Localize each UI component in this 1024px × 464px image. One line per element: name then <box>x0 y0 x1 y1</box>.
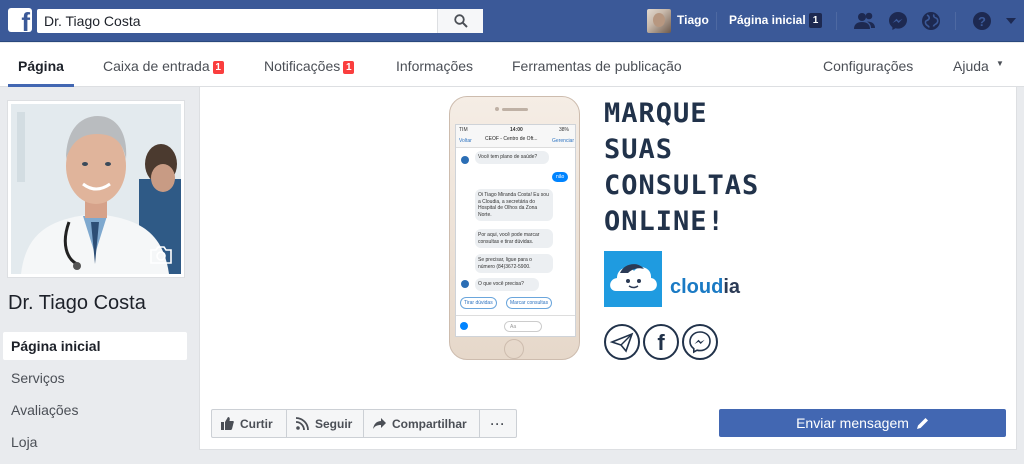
inbox-badge: 1 <box>212 61 224 74</box>
cover-photo[interactable]: TIM 14:00 38% Voltar CEOF - Centro de Of… <box>199 87 1017 403</box>
chat-back: Voltar <box>459 138 472 144</box>
ad-headline-line: ONLINE! <box>604 206 725 237</box>
bot-avatar <box>461 156 469 164</box>
chat-contact: CEOF - Centro de Oft... <box>485 136 538 142</box>
search-input[interactable] <box>37 9 437 33</box>
search-box <box>37 9 483 33</box>
chat-message: Por aqui, você pode marcar consultas e t… <box>475 229 553 248</box>
profile-picture-frame[interactable] <box>7 100 185 278</box>
active-tab-underline <box>8 84 74 87</box>
like-button[interactable]: Curtir <box>211 409 287 438</box>
page-action-bar: Curtir Seguir Compartilhar ··· Enviar me… <box>199 402 1017 450</box>
profile-photo <box>11 104 181 274</box>
chevron-down-icon[interactable] <box>999 9 1023 33</box>
divider <box>716 12 717 30</box>
quick-reply-chip: Marcar consultas <box>506 297 553 309</box>
camera-icon[interactable] <box>149 246 173 264</box>
messenger-icon[interactable] <box>886 9 910 33</box>
quick-reply-chip: Tirar dúvidas <box>460 297 497 309</box>
page-title: Dr. Tiago Costa <box>8 292 146 314</box>
tab-publishing-tools[interactable]: Ferramentas de publicação <box>512 58 682 74</box>
bot-avatar <box>461 280 469 288</box>
share-label: Compartilhar <box>392 416 467 431</box>
svg-text:f: f <box>657 330 665 355</box>
tab-inbox[interactable]: Caixa de entrada 1 <box>103 58 224 74</box>
phone-mockup: TIM 14:00 38% Voltar CEOF - Centro de Of… <box>449 96 580 360</box>
user-avatar[interactable] <box>647 9 671 33</box>
help-caret-icon[interactable]: ▼ <box>996 59 1004 68</box>
sidebar-item-services[interactable]: Serviços <box>3 364 187 392</box>
phone-screen: TIM 14:00 38% Voltar CEOF - Centro de Of… <box>455 124 576 337</box>
home-link[interactable]: Página inicial <box>729 13 806 27</box>
status-time: 14:00 <box>510 127 523 133</box>
sidebar-item-reviews[interactable]: Avaliações <box>3 396 187 424</box>
cloudia-text-suffix: ia <box>723 276 741 298</box>
divider <box>836 12 837 30</box>
send-message-button[interactable]: Enviar mensagem <box>719 409 1006 437</box>
chat-message: Oi Tiago Miranda Costa! Eu sou a Cloudia… <box>475 189 553 221</box>
status-carrier: TIM <box>459 127 468 133</box>
thumbs-up-icon <box>221 417 234 430</box>
search-button[interactable] <box>437 9 483 33</box>
chat-message: O que você precisa? <box>475 278 539 291</box>
tab-info[interactable]: Informações <box>396 58 473 74</box>
facebook-logo-letter: f <box>21 8 30 32</box>
page-nav-bar: Página Caixa de entrada 1 Notificações 1 I… <box>0 43 1024 87</box>
more-options-button[interactable]: ··· <box>479 409 517 438</box>
chat-input: Aa <box>504 321 542 332</box>
friend-requests-icon[interactable] <box>853 9 877 33</box>
chat-manage: Gerenciar <box>552 138 574 144</box>
home-count-badge: 1 <box>809 13 822 28</box>
tab-notifications-label: Notificações <box>264 58 341 74</box>
ad-headline-line: MARQUE <box>604 98 708 129</box>
search-icon <box>453 14 468 28</box>
telegram-icon <box>604 324 640 360</box>
more-options-icon: ··· <box>490 416 506 431</box>
facebook-logo-icon[interactable]: f <box>8 8 32 32</box>
svg-text:?: ? <box>978 14 986 29</box>
sidebar-item-shop[interactable]: Loja <box>3 428 187 456</box>
share-arrow-icon <box>373 417 386 429</box>
ad-headline-line: CONSULTAS <box>604 170 760 201</box>
tab-settings[interactable]: Configurações <box>823 58 913 74</box>
facebook-icon: f <box>643 324 679 360</box>
notifications-badge: 1 <box>343 61 355 74</box>
tab-page[interactable]: Página <box>18 58 64 74</box>
follow-button[interactable]: Seguir <box>286 409 364 438</box>
share-button[interactable]: Compartilhar <box>363 409 480 438</box>
cloudia-logo-icon <box>604 251 662 307</box>
ad-headline-line: SUAS <box>604 134 674 165</box>
cloudia-text-prefix: cloud <box>670 276 724 298</box>
follow-label: Seguir <box>315 416 353 431</box>
tab-notifications[interactable]: Notificações 1 <box>264 58 355 74</box>
send-message-label: Enviar mensagem <box>796 415 909 431</box>
globe-notifications-icon[interactable] <box>919 9 943 33</box>
home-button <box>504 339 524 359</box>
help-icon[interactable]: ? <box>970 9 994 33</box>
rss-icon <box>296 417 309 430</box>
pencil-icon <box>916 418 928 429</box>
chat-message: Se precisar, ligue para o número (84)367… <box>475 254 553 273</box>
tab-help[interactable]: Ajuda <box>953 58 989 74</box>
cloudia-logo-text: cloudia <box>670 276 740 299</box>
like-label: Curtir <box>240 416 273 431</box>
tab-inbox-label: Caixa de entrada <box>103 58 210 74</box>
chat-message: Você tem plano de saúde? <box>475 151 549 164</box>
messenger-outline-icon <box>682 324 718 360</box>
chat-reply: não <box>552 172 569 182</box>
divider <box>955 12 956 30</box>
top-bar: f Tiago Página inicial 1 ? <box>0 0 1024 42</box>
user-name-link[interactable]: Tiago <box>677 13 709 27</box>
sidebar-item-home[interactable]: Página inicial <box>3 332 187 360</box>
status-battery: 38% <box>558 127 569 133</box>
